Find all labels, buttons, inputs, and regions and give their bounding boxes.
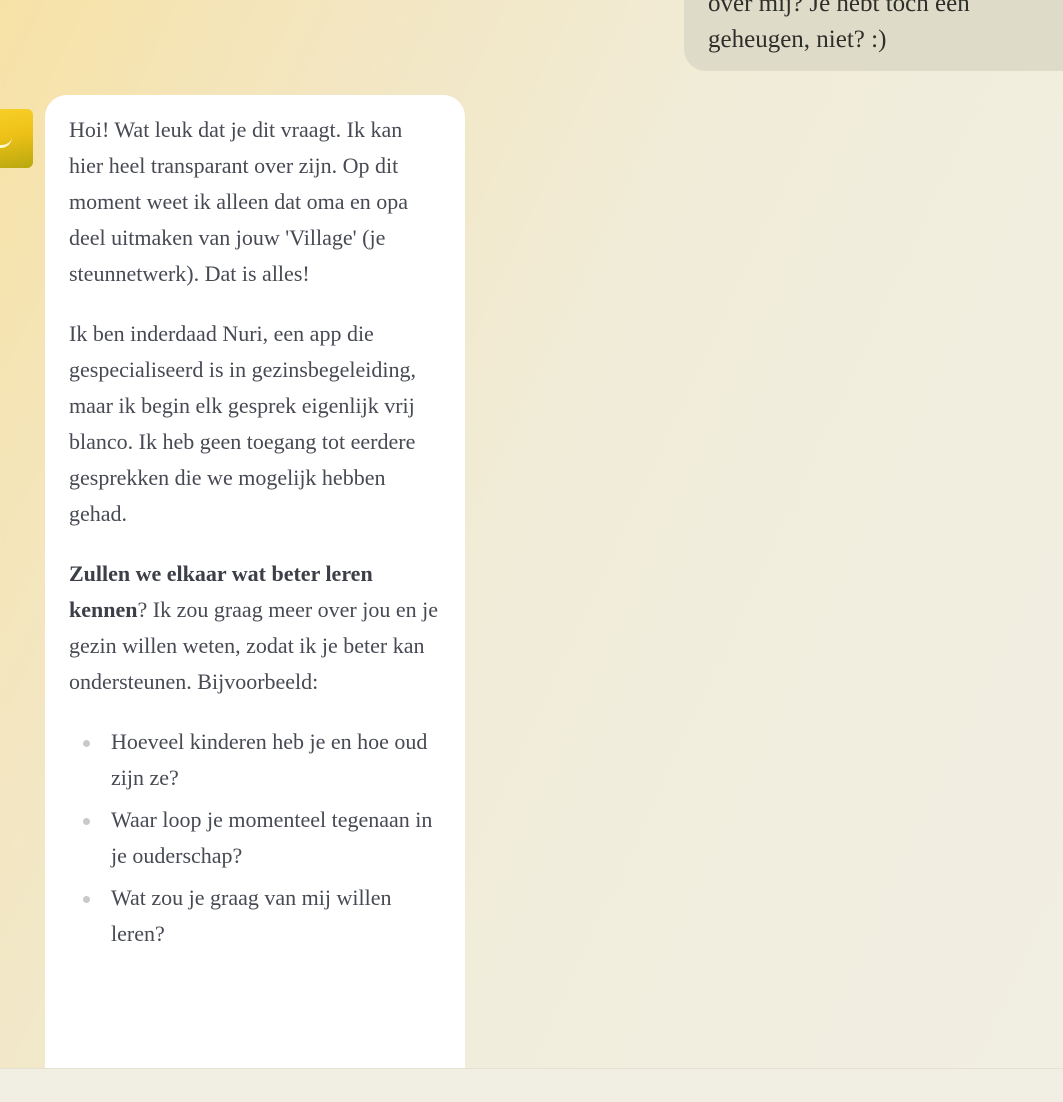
assistant-paragraph-2: Ik ben inderdaad Nuri, een app die gespe…	[69, 321, 416, 526]
bullet-icon	[83, 740, 90, 747]
bullet-icon	[83, 896, 90, 903]
list-item-text: Waar loop je momenteel tegenaan in je ou…	[111, 807, 433, 868]
list-item-text: Wat zou je graag van mij willen leren?	[111, 885, 392, 946]
composer-bar	[0, 1068, 1063, 1102]
assistant-paragraph-1: Hoi! Wat leuk dat je dit vraagt. Ik kan …	[69, 117, 409, 286]
user-message-line-2: geheugen, niet? :)	[708, 26, 887, 53]
user-message-bubble: over mij? Je hebt toch een geheugen, nie…	[684, 0, 1063, 71]
list-item-text: Hoeveel kinderen heb je en hoe oud zijn …	[111, 729, 428, 790]
list-item: Wat zou je graag van mij willen leren?	[83, 880, 441, 952]
bullet-icon	[83, 818, 90, 825]
assistant-paragraph-3: Zullen we elkaar wat beter leren kennen?…	[69, 556, 441, 700]
nuri-avatar-icon	[0, 109, 33, 168]
assistant-message-bubble: Hoi! Wat leuk dat je dit vraagt. Ik kan …	[45, 95, 465, 1068]
list-item: Waar loop je momenteel tegenaan in je ou…	[83, 802, 441, 874]
smile-icon	[0, 131, 12, 148]
question-list: Hoeveel kinderen heb je en hoe oud zijn …	[69, 724, 441, 952]
chat-thread: over mij? Je hebt toch een geheugen, nie…	[0, 0, 1063, 1068]
user-message-line-1: over mij? Je hebt toch een	[708, 0, 970, 17]
list-item: Hoeveel kinderen heb je en hoe oud zijn …	[83, 724, 441, 796]
